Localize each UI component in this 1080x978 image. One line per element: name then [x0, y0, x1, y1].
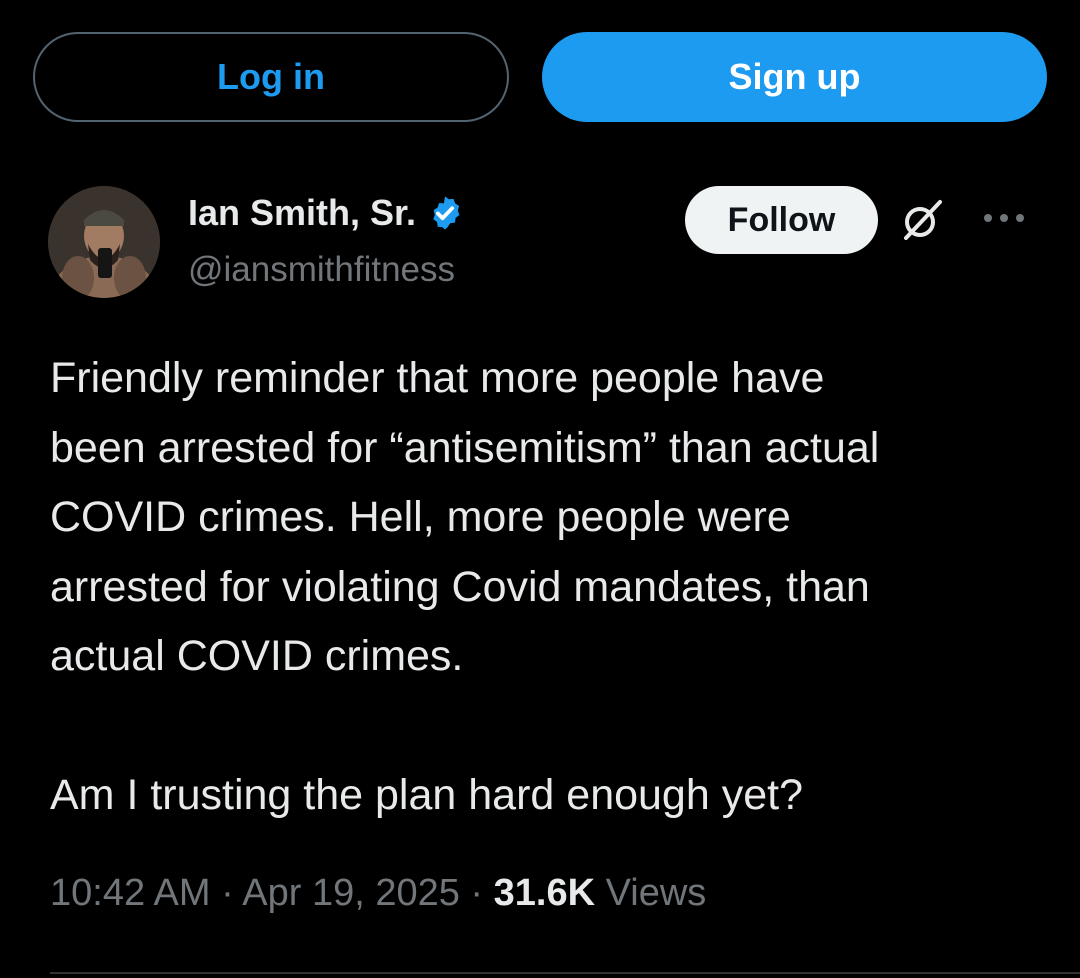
- tweet-time[interactable]: 10:42 AM: [50, 872, 211, 914]
- tweet-line: been arrested for “antisemitism” than ac…: [50, 423, 880, 472]
- views-label: Views: [605, 872, 707, 914]
- divider: [50, 972, 1080, 974]
- tweet-line: Am I trusting the plan hard enough yet?: [50, 771, 803, 819]
- tweet-line: arrested for violating Covid mandates, t…: [50, 562, 870, 611]
- tweet-line: COVID crimes. Hell, more people were: [50, 493, 791, 541]
- tweet-line: Friendly reminder that more people have: [50, 354, 825, 402]
- avatar-image: [48, 186, 160, 298]
- grok-icon[interactable]: [898, 196, 946, 244]
- signup-button[interactable]: Sign up: [542, 32, 1047, 122]
- author-handle[interactable]: @iansmithfitness: [188, 250, 455, 290]
- tweet-meta: 10:42 AM · Apr 19, 2025 · 31.6K Views: [50, 872, 706, 915]
- meta-separator: ·: [470, 872, 484, 914]
- views-count: 31.6K: [493, 872, 596, 914]
- avatar[interactable]: [48, 186, 160, 298]
- author-name-row[interactable]: Ian Smith, Sr.: [188, 192, 464, 234]
- author-name[interactable]: Ian Smith, Sr.: [188, 192, 416, 234]
- more-icon[interactable]: [980, 204, 1028, 232]
- follow-button[interactable]: Follow: [685, 186, 878, 254]
- tweet-line: actual COVID crimes.: [50, 632, 464, 680]
- login-button[interactable]: Log in: [33, 32, 509, 122]
- tweet-date[interactable]: Apr 19, 2025: [242, 872, 460, 914]
- tweet-text: Friendly reminder that more people have b…: [50, 344, 1050, 831]
- meta-separator: ·: [221, 872, 234, 914]
- verified-badge-icon: [426, 194, 464, 232]
